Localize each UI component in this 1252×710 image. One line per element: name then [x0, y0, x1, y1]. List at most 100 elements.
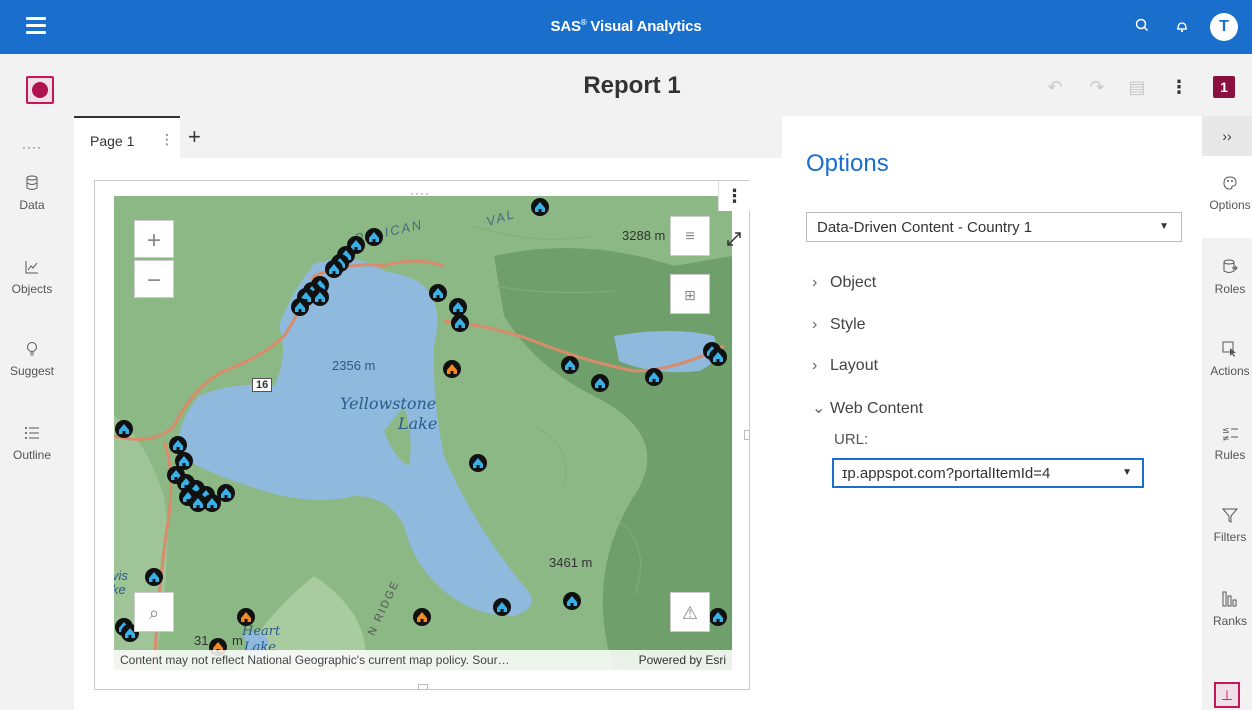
sidebar-item-rules[interactable]: ≤ ≠ Rules — [1202, 424, 1252, 462]
select-value: Data-Driven Content - Country 1 — [817, 219, 1033, 236]
palette-icon — [1223, 176, 1237, 190]
cursor-icon — [1222, 341, 1236, 357]
sidebar-item-outline[interactable]: Outline — [0, 424, 64, 462]
sidebar-item-objects[interactable]: Objects — [0, 258, 64, 296]
svg-text:≠: ≠ — [1222, 434, 1230, 442]
more-menu-icon[interactable]: ⋮ — [1168, 76, 1190, 98]
options-title: Options — [806, 150, 889, 177]
add-page-button[interactable]: + — [188, 124, 201, 150]
sidebar-item-label: Options — [1209, 198, 1251, 212]
sidebar-item-label: Actions — [1210, 364, 1250, 378]
filter-icon — [1221, 508, 1239, 523]
map-marker-icon[interactable] — [290, 296, 310, 318]
url-input[interactable]: ɪp.appspot.com?portalItemId=4 ▼ — [832, 458, 1144, 488]
map-marker-icon[interactable] — [442, 358, 462, 380]
chart-icon — [25, 261, 38, 274]
pin-panel-icon[interactable]: ⊥ — [1214, 682, 1240, 708]
attribution-text: Content may not reflect National Geograp… — [120, 653, 510, 667]
lake-label: Yellowstone — [340, 394, 437, 413]
redo-icon[interactable]: ↷ — [1086, 76, 1108, 98]
map-marker-icon[interactable] — [708, 606, 728, 628]
sidebar-item-label: Ranks — [1212, 614, 1247, 628]
search-icon[interactable] — [1133, 16, 1153, 36]
map-marker-icon[interactable] — [492, 596, 512, 618]
lake-label: Lake — [398, 414, 438, 433]
object-select[interactable]: Data-Driven Content - Country 1 ▼ — [806, 212, 1182, 242]
section-layout[interactable]: › Layout — [812, 357, 878, 375]
object-more-icon[interactable]: ⋮ — [718, 181, 750, 211]
section-label: Layout — [830, 357, 879, 374]
map-marker-icon[interactable] — [590, 372, 610, 394]
warning-icon[interactable]: ⚠ — [670, 592, 710, 632]
map-marker-icon[interactable] — [236, 606, 256, 628]
sidebar-item-label: Outline — [12, 448, 52, 462]
sidebar-item-suggest[interactable]: Suggest — [0, 340, 64, 378]
map-marker-icon[interactable] — [364, 226, 384, 248]
map-marker-icon[interactable] — [644, 366, 664, 388]
section-object[interactable]: › Object — [812, 274, 876, 292]
sidebar-item-data[interactable]: Data — [0, 174, 64, 212]
map-marker-icon[interactable] — [708, 346, 728, 368]
user-avatar[interactable]: T — [1210, 13, 1238, 41]
page-count-badge[interactable]: 1 — [1213, 76, 1235, 98]
sidebar-item-ranks[interactable]: Ranks — [1202, 590, 1252, 628]
map-marker-icon[interactable] — [412, 606, 432, 628]
sidebar-item-actions[interactable]: Actions — [1202, 340, 1252, 378]
layer-list-icon[interactable]: ≡ — [670, 216, 710, 256]
map-search-icon[interactable]: ⌕ — [134, 592, 174, 632]
map-view[interactable]: 3288 m 2356 m 3461 m 31 m 16 PELICAN VAL… — [114, 196, 732, 670]
left-more-icon[interactable]: ···· — [0, 140, 64, 154]
url-value: ɪp.appspot.com?portalItemId=4 — [842, 465, 1051, 482]
map-attribution: Content may not reflect National Geograp… — [114, 650, 732, 670]
sidebar-item-label: Roles — [1214, 282, 1246, 296]
zoom-in-button[interactable]: + — [134, 220, 174, 258]
tab-label: Page 1 — [90, 133, 135, 149]
map-marker-icon[interactable] — [144, 566, 164, 588]
map-place-label: ke — [114, 582, 126, 597]
powered-by-esri[interactable]: Powered by Esri — [639, 653, 726, 667]
collapse-panel-icon[interactable]: ›› — [1202, 116, 1252, 156]
elevation-label: 31 — [194, 633, 209, 648]
roles-icon — [1223, 259, 1238, 273]
map-marker-icon[interactable] — [562, 590, 582, 612]
lightbulb-icon — [27, 342, 37, 356]
map-marker-icon[interactable] — [530, 196, 550, 218]
section-web-content[interactable]: ⌄ Web Content — [812, 398, 923, 418]
maximize-icon[interactable] — [718, 220, 750, 260]
sidebar-item-label: Rules — [1214, 448, 1246, 462]
map-marker-icon[interactable] — [216, 482, 236, 504]
list-icon — [25, 427, 39, 439]
chevron-down-icon: ▼ — [1159, 221, 1169, 232]
bell-icon[interactable] — [1172, 16, 1192, 36]
section-label: Style — [830, 316, 866, 333]
page-tabs: Page 1 ⋮ + — [74, 116, 782, 158]
map-canvas — [114, 196, 732, 670]
resize-handle[interactable] — [418, 684, 428, 690]
sidebar-item-roles[interactable]: Roles — [1202, 258, 1252, 296]
sidebar-item-label: Objects — [11, 282, 53, 296]
map-marker-icon[interactable] — [560, 354, 580, 376]
tab-page-1[interactable]: Page 1 ⋮ — [74, 116, 180, 158]
chevron-right-icon: › — [812, 357, 818, 374]
map-marker-icon[interactable] — [114, 418, 134, 440]
map-place-label: vis — [114, 568, 128, 583]
elevation-label: 3288 m — [622, 228, 666, 243]
undo-icon[interactable]: ↶ — [1044, 76, 1066, 98]
tab-more-icon[interactable]: ⋮ — [160, 131, 174, 148]
zoom-out-button[interactable]: − — [134, 260, 174, 298]
database-icon — [26, 175, 38, 190]
section-style[interactable]: › Style — [812, 316, 866, 334]
map-marker-icon[interactable] — [428, 282, 448, 304]
sidebar-item-options[interactable]: Options — [1202, 174, 1252, 212]
map-marker-icon[interactable] — [310, 286, 330, 308]
map-marker-icon[interactable] — [468, 452, 488, 474]
report-title-bar: Report 1 ↶ ↷ ▤ ⋮ 1 — [0, 54, 1252, 116]
save-icon[interactable]: ▤ — [1126, 76, 1148, 98]
section-label: Web Content — [830, 400, 924, 417]
sidebar-item-filters[interactable]: Filters — [1202, 506, 1252, 544]
map-marker-icon[interactable] — [450, 312, 470, 334]
resize-handle[interactable] — [744, 430, 750, 440]
app-title: SAS® Visual Analytics — [550, 18, 702, 35]
basemap-gallery-icon[interactable]: ⊞ — [670, 274, 710, 314]
chevron-right-icon: › — [812, 274, 818, 291]
